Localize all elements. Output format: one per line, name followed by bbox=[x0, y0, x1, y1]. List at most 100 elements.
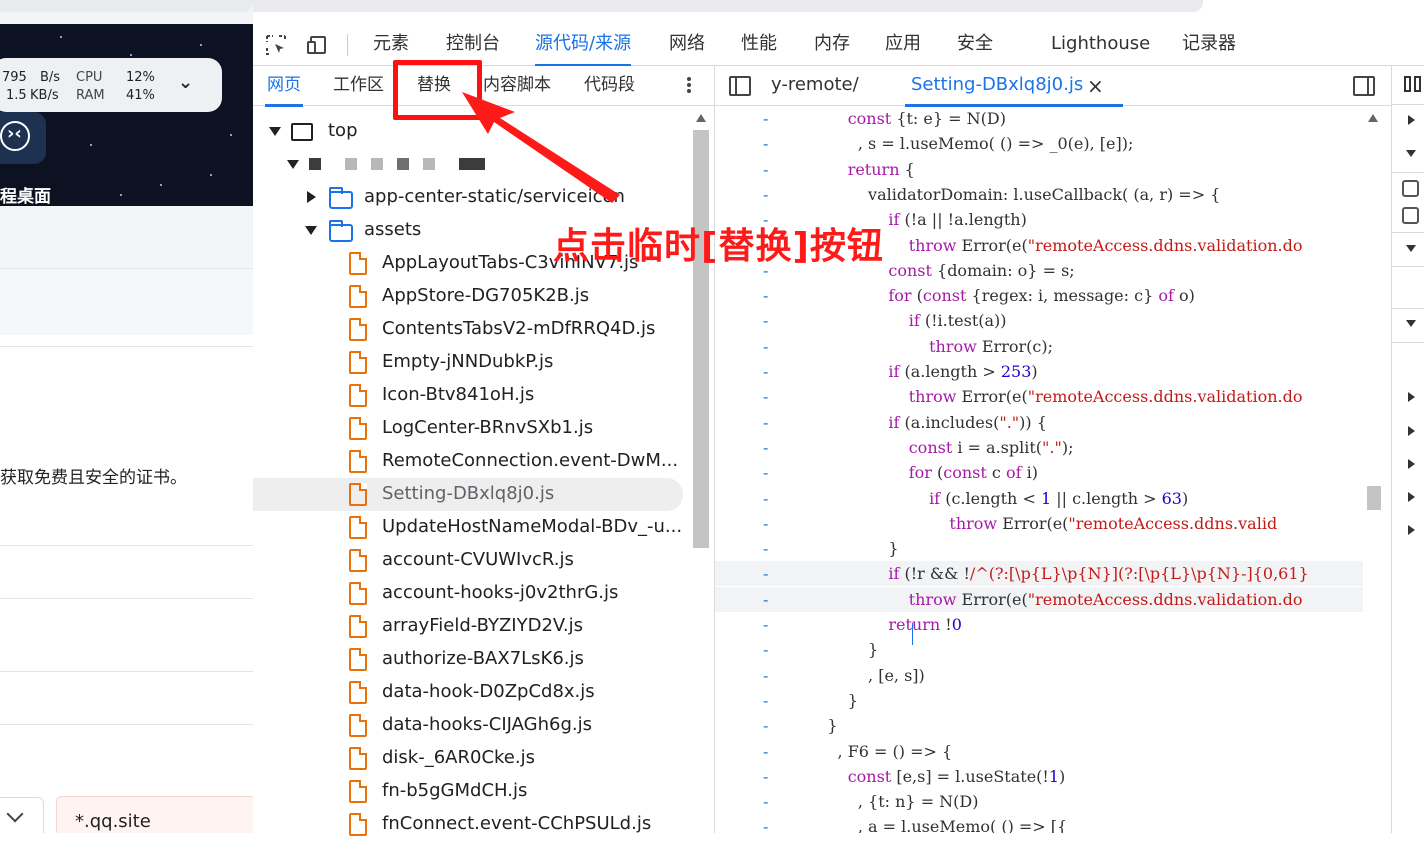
tab-recorder[interactable]: 记录器 bbox=[1182, 24, 1236, 66]
breakpoint-checkbox[interactable] bbox=[1402, 180, 1419, 197]
gutter-marker[interactable]: - bbox=[763, 486, 768, 511]
gutter-marker[interactable]: - bbox=[763, 283, 768, 308]
code-line[interactable]: - for (const c of i) bbox=[715, 460, 1363, 485]
code-line[interactable]: - , F6 = () => { bbox=[715, 739, 1363, 764]
code-line[interactable]: - , s = l.useMemo( () => _0(e), [e]); bbox=[715, 131, 1363, 156]
tab-performance[interactable]: 性能 bbox=[741, 24, 777, 66]
tree-file-item[interactable]: AppStore-DG705K2B.js bbox=[253, 280, 691, 313]
tree-file-item[interactable]: data-hooks-CIJAGh6g.js bbox=[253, 709, 691, 742]
gutter-marker[interactable]: - bbox=[763, 561, 768, 586]
collapse-chevron-icon[interactable]: ⌄ bbox=[178, 72, 193, 93]
gutter-marker[interactable]: - bbox=[763, 739, 768, 764]
gutter-marker[interactable]: - bbox=[763, 460, 768, 485]
gutter-marker[interactable]: - bbox=[763, 637, 768, 662]
code-line[interactable]: - validatorDomain: l.useCallback( (a, r)… bbox=[715, 182, 1363, 207]
tree-file-item[interactable]: Icon-Btv841oH.js bbox=[253, 379, 691, 412]
code-line[interactable]: - , a = l.useMemo( () => [{ bbox=[715, 814, 1363, 833]
subtab-snippets[interactable]: 代码段 bbox=[584, 66, 635, 106]
scroll-up-icon[interactable] bbox=[696, 114, 706, 122]
code-content[interactable]: - const {t: e} = N(D) - , s = l.useMemo( … bbox=[715, 106, 1363, 833]
code-line[interactable]: - } bbox=[715, 637, 1363, 662]
code-line[interactable]: - const i = a.split("."); bbox=[715, 435, 1363, 460]
debugger-controls-icon[interactable] bbox=[1404, 74, 1424, 94]
gutter-marker[interactable]: - bbox=[763, 789, 768, 814]
gutter-marker[interactable]: - bbox=[763, 663, 768, 688]
gutter-marker[interactable]: - bbox=[763, 814, 768, 833]
code-line[interactable]: - } bbox=[715, 536, 1363, 561]
tab-network[interactable]: 网络 bbox=[669, 24, 705, 66]
code-line[interactable]: - const [e,s] = l.useState(!1) bbox=[715, 764, 1363, 789]
tree-file-item[interactable]: UpdateHostNameModal-BDv_-u... bbox=[253, 511, 691, 544]
gutter-marker[interactable]: - bbox=[763, 764, 768, 789]
tree-file-item[interactable]: arrayField-BYZIYD2V.js bbox=[253, 610, 691, 643]
tab-memory[interactable]: 内存 bbox=[814, 24, 850, 66]
editor-tab-setting[interactable]: Setting-DBxlq8j0.js bbox=[904, 66, 1124, 107]
device-toolbar-icon[interactable] bbox=[307, 34, 329, 56]
gutter-marker[interactable]: - bbox=[763, 587, 768, 612]
subtab-workspace[interactable]: 工作区 bbox=[333, 66, 384, 106]
editor-tab-remote[interactable]: y-remote/ bbox=[771, 66, 859, 106]
subtab-page[interactable]: 网页 bbox=[265, 66, 303, 107]
more-options-icon[interactable] bbox=[685, 75, 693, 97]
code-line[interactable]: - if (a.includes(".")) { bbox=[715, 410, 1363, 435]
code-line[interactable]: - for (const {regex: i, message: c} of o… bbox=[715, 283, 1363, 308]
expand-arrow-icon[interactable] bbox=[1408, 115, 1415, 125]
expand-arrow-icon[interactable] bbox=[1406, 245, 1416, 252]
tab-lighthouse[interactable]: Lighthouse bbox=[1051, 24, 1150, 66]
gutter-marker[interactable]: - bbox=[763, 106, 768, 131]
tree-file-item[interactable]: fnConnect.event-CChPSULd.js bbox=[253, 808, 691, 841]
subtab-content-scripts[interactable]: 内容脚本 bbox=[483, 66, 551, 106]
gutter-marker[interactable]: - bbox=[763, 182, 768, 207]
tab-sources[interactable]: 源代码/来源 bbox=[535, 24, 632, 67]
gutter-marker[interactable]: - bbox=[763, 359, 768, 384]
tree-file-item[interactable]: authorize-BAX7LsK6.js bbox=[253, 643, 691, 676]
gutter-marker[interactable]: - bbox=[763, 410, 768, 435]
scrollbar-thumb[interactable] bbox=[693, 130, 709, 548]
code-line[interactable]: - throw Error(c); bbox=[715, 334, 1363, 359]
gutter-marker[interactable]: - bbox=[763, 713, 768, 738]
editor-scrollbar[interactable] bbox=[1363, 106, 1391, 833]
tree-file-item[interactable]: Empty-jNNDubkP.js bbox=[253, 346, 691, 379]
expand-arrow-icon[interactable] bbox=[1408, 392, 1415, 402]
gutter-marker[interactable]: - bbox=[763, 334, 768, 359]
expand-arrow-icon[interactable] bbox=[1408, 459, 1415, 469]
close-tab-icon[interactable]: × bbox=[1087, 74, 1104, 98]
system-monitor-widget[interactable]: 795 B/s 1.5 KB/s CPU RAM 12% 41% ⌄ bbox=[0, 58, 222, 112]
tab-application[interactable]: 应用 bbox=[885, 24, 921, 66]
code-line[interactable]: - if (!r && !/^(?:[\p{L}\p{N}](?:[\p{L}\… bbox=[715, 561, 1363, 587]
code-line[interactable]: - , {t: n} = N(D) bbox=[715, 789, 1363, 814]
scrollbar-thumb[interactable] bbox=[1367, 486, 1381, 510]
code-line[interactable]: - } bbox=[715, 688, 1363, 713]
tree-file-item[interactable]: account-hooks-j0v2thrG.js bbox=[253, 577, 691, 610]
inspect-element-icon[interactable] bbox=[265, 34, 287, 56]
code-line[interactable]: - if (!i.test(a)) bbox=[715, 308, 1363, 333]
code-line[interactable]: - , [e, s]) bbox=[715, 663, 1363, 688]
remote-desktop-icon[interactable]: ›‹ bbox=[0, 112, 46, 164]
gutter-marker[interactable]: - bbox=[763, 435, 768, 460]
tree-file-item[interactable]: data-hook-D0ZpCd8x.js bbox=[253, 676, 691, 709]
breakpoint-checkbox[interactable] bbox=[1402, 207, 1419, 224]
gutter-marker[interactable]: - bbox=[763, 384, 768, 409]
gutter-marker[interactable]: - bbox=[763, 308, 768, 333]
code-line[interactable]: - if (c.length < 1 || c.length > 63) bbox=[715, 486, 1363, 511]
code-line[interactable]: - return !0 bbox=[715, 612, 1363, 637]
expand-arrow-icon[interactable] bbox=[1408, 525, 1415, 535]
expand-arrow-icon[interactable] bbox=[1406, 150, 1416, 157]
tree-file-item[interactable]: LogCenter-BRnvSXb1.js bbox=[253, 412, 691, 445]
tree-file-item[interactable]: account-CVUWIvcR.js bbox=[253, 544, 691, 577]
address-bar[interactable] bbox=[0, 0, 253, 12]
code-line[interactable]: - throw Error(e("remoteAccess.ddns.valid bbox=[715, 511, 1363, 536]
scroll-up-icon[interactable] bbox=[1368, 114, 1378, 122]
code-line[interactable]: - throw Error(e("remoteAccess.ddns.valid… bbox=[715, 384, 1363, 409]
code-line[interactable]: - throw Error(e("remoteAccess.ddns.valid… bbox=[715, 586, 1363, 612]
code-line[interactable]: - const {t: e} = N(D) bbox=[715, 106, 1363, 131]
tree-file-item[interactable]: disk-_6AR0Cke.js bbox=[253, 742, 691, 775]
toggle-debugger-icon[interactable] bbox=[1353, 76, 1375, 96]
gutter-marker[interactable]: - bbox=[763, 157, 768, 182]
tree-file-item[interactable]: RemoteConnection.event-DwM... bbox=[253, 445, 691, 478]
protocol-dropdown[interactable] bbox=[0, 797, 44, 833]
gutter-marker[interactable]: - bbox=[763, 511, 768, 536]
code-line[interactable]: - if (a.length > 253) bbox=[715, 359, 1363, 384]
tree-file-item[interactable]: Setting-DBxlq8j0.js bbox=[253, 478, 683, 511]
expand-arrow-icon[interactable] bbox=[1406, 320, 1416, 327]
